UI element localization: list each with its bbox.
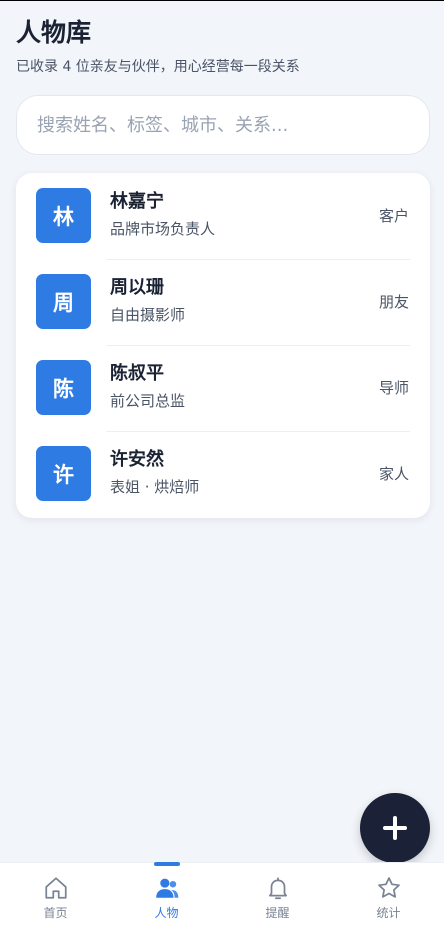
bottom-tab-bar: 首页 人物 提醒 统计	[0, 862, 444, 936]
person-row[interactable]: 陈 陈叔平 前公司总监 导师	[16, 345, 430, 431]
person-description: 品牌市场负责人	[110, 220, 216, 238]
tab-reminders[interactable]: 提醒	[222, 863, 333, 936]
tab-home[interactable]: 首页	[0, 863, 111, 936]
search-input[interactable]	[37, 114, 429, 136]
avatar: 许	[36, 446, 91, 501]
page-subtitle: 已收录 4 位亲友与伙伴，用心经营每一段关系	[16, 59, 300, 75]
relationship-tag: 家人	[378, 465, 409, 483]
avatar: 陈	[36, 360, 91, 415]
relationship-tag: 客户	[378, 207, 409, 225]
search-bar[interactable]	[16, 95, 430, 155]
top-border	[0, 0, 444, 1]
tab-stats[interactable]: 统计	[333, 863, 444, 936]
bell-icon	[268, 877, 287, 900]
active-tab-indicator	[153, 862, 180, 866]
page-header: 人物库 已收录 4 位亲友与伙伴，用心经营每一段关系	[16, 16, 300, 76]
tab-label: 人物	[154, 906, 179, 920]
plus-icon	[383, 816, 407, 840]
page-title: 人物库	[16, 18, 92, 47]
person-description: 前公司总监	[110, 392, 186, 410]
person-info: 陈叔平 前公司总监	[110, 362, 185, 411]
add-person-button[interactable]	[360, 793, 430, 863]
person-description: 自由摄影师	[110, 306, 186, 324]
person-name: 林嘉宁	[110, 191, 164, 212]
avatar: 周	[36, 274, 91, 329]
avatar: 林	[36, 188, 91, 243]
person-name: 许安然	[110, 449, 164, 470]
person-row[interactable]: 林 林嘉宁 品牌市场负责人 客户	[16, 173, 430, 259]
tab-label: 提醒	[265, 906, 290, 920]
person-info: 林嘉宁 品牌市场负责人	[110, 190, 215, 239]
tab-people[interactable]: 人物	[111, 862, 222, 936]
person-name: 陈叔平	[110, 363, 164, 384]
person-row[interactable]: 许 许安然 表姐 · 烘焙师 家人	[16, 431, 430, 517]
tab-label: 首页	[43, 906, 68, 920]
tab-label: 统计	[376, 906, 401, 920]
person-description: 表姐 · 烘焙师	[110, 478, 200, 496]
people-icon	[155, 878, 178, 898]
home-icon	[44, 877, 67, 899]
relationship-tag: 导师	[378, 379, 409, 397]
person-info: 许安然 表姐 · 烘焙师	[110, 448, 199, 497]
person-name: 周以珊	[110, 277, 164, 298]
person-row[interactable]: 周 周以珊 自由摄影师 朋友	[16, 259, 430, 345]
person-info: 周以珊 自由摄影师	[110, 276, 185, 325]
people-list: 林 林嘉宁 品牌市场负责人 客户 周 周以珊 自由摄影师 朋友 陈 陈叔平 前公…	[16, 173, 430, 518]
relationship-tag: 朋友	[378, 293, 409, 311]
star-icon	[377, 877, 400, 898]
